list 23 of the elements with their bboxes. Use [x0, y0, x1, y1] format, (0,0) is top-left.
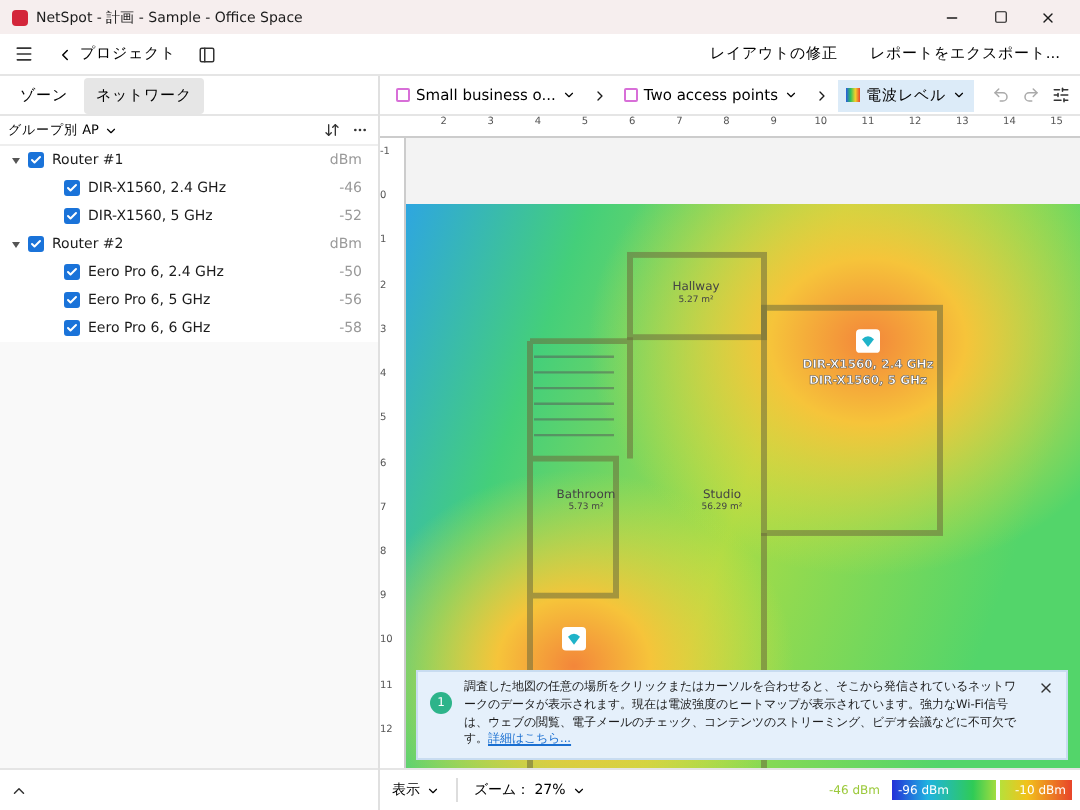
checkbox[interactable]	[28, 236, 44, 252]
sidebar-toggle-icon[interactable]	[196, 43, 218, 65]
chevron-left-icon	[56, 45, 74, 63]
checkbox[interactable]	[64, 208, 80, 224]
settings-icon[interactable]	[1049, 84, 1072, 106]
caret-icon	[561, 88, 576, 102]
caret-icon	[951, 88, 966, 102]
expand-icon[interactable]	[12, 157, 20, 163]
close-icon[interactable]	[1038, 680, 1054, 697]
separator-icon	[814, 87, 830, 103]
expand-icon[interactable]	[12, 241, 20, 247]
app-icon	[12, 9, 28, 25]
sort-icon[interactable]	[322, 120, 342, 140]
caret-icon	[104, 123, 119, 137]
checkbox[interactable]	[28, 152, 44, 168]
caret-icon	[426, 783, 440, 797]
caret-icon	[571, 783, 586, 797]
checkbox[interactable]	[64, 320, 80, 336]
menu-icon[interactable]	[12, 42, 36, 66]
checkbox[interactable]	[64, 180, 80, 196]
caret-icon	[784, 88, 799, 102]
checkbox[interactable]	[64, 264, 80, 280]
checkbox[interactable]	[64, 292, 80, 308]
